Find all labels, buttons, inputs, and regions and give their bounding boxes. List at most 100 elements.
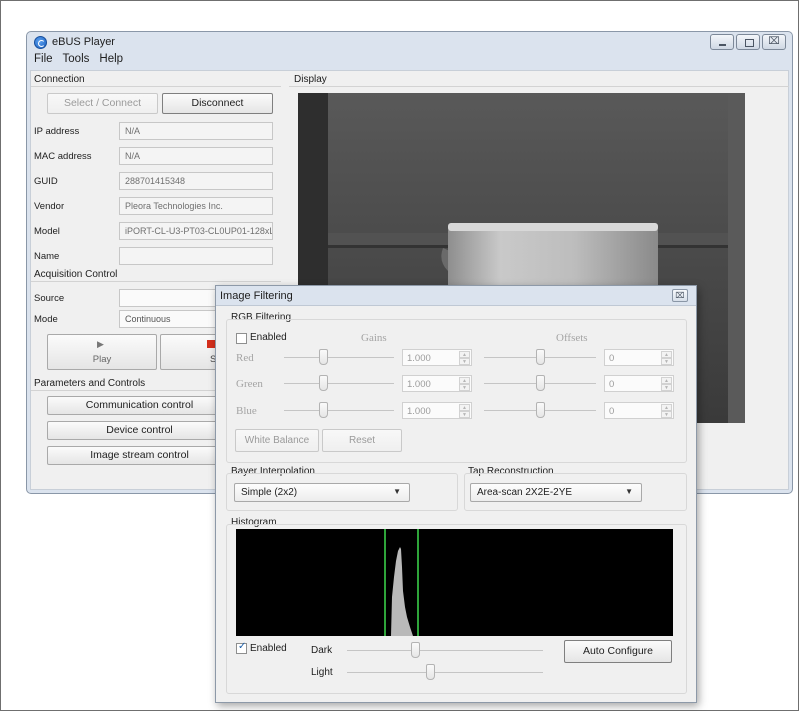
ip-address-label: IP address: [34, 126, 80, 137]
red-offset-slider[interactable]: [536, 349, 545, 365]
spin-up-icon[interactable]: ▲: [459, 351, 470, 358]
red-gain-track: [284, 357, 394, 358]
spin-down-icon[interactable]: ▼: [459, 358, 470, 365]
spin-up-icon[interactable]: ▲: [661, 404, 672, 411]
mode-select[interactable]: Continuous: [119, 310, 229, 328]
light-slider[interactable]: [426, 664, 435, 680]
spin-up-icon[interactable]: ▲: [459, 377, 470, 384]
histogram-dark-bound: [384, 529, 386, 636]
reset-button[interactable]: Reset: [322, 429, 402, 452]
display-group-label: Display: [294, 74, 327, 85]
menu-tools[interactable]: Tools: [58, 52, 95, 69]
green-offset-value: 0: [609, 379, 615, 390]
tap-reconstruction-value: Area-scan 2X2E-2YE: [477, 487, 573, 498]
dark-slider-track: [347, 650, 543, 651]
dialog-title-bar[interactable]: Image Filtering ⌧: [216, 286, 696, 306]
blue-gain-value: 1.000: [407, 406, 431, 417]
source-select[interactable]: [119, 289, 229, 307]
green-gain-track: [284, 383, 394, 384]
histogram-plot: [236, 529, 673, 636]
green-offset-spinbox[interactable]: 0 ▲ ▼: [604, 375, 674, 392]
dialog-close-button[interactable]: ⌧: [672, 289, 688, 302]
spin-down-icon[interactable]: ▼: [459, 411, 470, 418]
guid-field: 288701415348: [119, 172, 273, 190]
dark-slider[interactable]: [411, 642, 420, 658]
connection-group-label: Connection: [34, 74, 85, 85]
blue-gain-spinbox[interactable]: 1.000 ▲ ▼: [402, 402, 472, 419]
spin-down-icon[interactable]: ▼: [661, 411, 672, 418]
menu-help[interactable]: Help: [94, 52, 128, 69]
name-field: [119, 247, 273, 265]
green-gain-value: 1.000: [407, 379, 431, 390]
play-label: Play: [92, 354, 112, 365]
rgb-enabled-label: Enabled: [250, 332, 287, 343]
bayer-interpolation-value: Simple (2x2): [241, 487, 298, 498]
communication-control-button[interactable]: Communication control: [47, 396, 232, 415]
green-gain-slider[interactable]: [319, 375, 328, 391]
stop-button[interactable]: St: [160, 334, 220, 370]
acquisition-group-label: Acquisition Control: [34, 269, 118, 280]
spin-down-icon[interactable]: ▼: [661, 358, 672, 365]
red-label: Red: [236, 352, 254, 364]
spin-up-icon[interactable]: ▲: [661, 351, 672, 358]
close-button[interactable]: ⌧: [762, 34, 786, 50]
green-offset-slider[interactable]: [536, 375, 545, 391]
histogram-distribution: [391, 547, 413, 636]
rgb-enabled-checkbox[interactable]: [236, 333, 247, 344]
blue-label: Blue: [236, 405, 257, 417]
blue-gain-track: [284, 410, 394, 411]
blue-offset-slider[interactable]: [536, 402, 545, 418]
red-gain-spinbox[interactable]: 1.000 ▲ ▼: [402, 349, 472, 366]
offsets-header: Offsets: [556, 332, 588, 344]
red-offset-spinbox[interactable]: 0 ▲ ▼: [604, 349, 674, 366]
connection-divider: [31, 86, 281, 87]
histogram-enabled-label: Enabled: [250, 643, 287, 654]
green-gain-spinbox[interactable]: 1.000 ▲ ▼: [402, 375, 472, 392]
histogram-light-bound: [417, 529, 419, 636]
vendor-field: Pleora Technologies Inc.: [119, 197, 273, 215]
tap-reconstruction-select[interactable]: Area-scan 2X2E-2YE ▼: [470, 483, 642, 502]
image-stream-control-button[interactable]: Image stream control: [47, 446, 232, 465]
parameters-group-label: Parameters and Controls: [34, 378, 146, 389]
device-control-button[interactable]: Device control: [47, 421, 232, 440]
spin-down-icon[interactable]: ▼: [459, 384, 470, 391]
spin-up-icon[interactable]: ▲: [661, 377, 672, 384]
model-label: Model: [34, 226, 60, 237]
menu-file[interactable]: File: [29, 52, 58, 69]
dialog-title: Image Filtering: [220, 290, 293, 302]
source-label: Source: [34, 293, 65, 304]
vendor-label: Vendor: [34, 201, 65, 212]
mac-address-label: MAC address: [34, 151, 92, 162]
play-button[interactable]: ▶ Play: [47, 334, 157, 370]
white-balance-button[interactable]: White Balance: [235, 429, 319, 452]
ip-address-field: N/A: [119, 122, 273, 140]
spin-up-icon[interactable]: ▲: [459, 404, 470, 411]
stop-icon: [207, 340, 215, 348]
play-icon: ▶: [97, 339, 104, 349]
maximize-button[interactable]: [736, 34, 760, 50]
gains-header: Gains: [361, 332, 387, 344]
blue-offset-spinbox[interactable]: 0 ▲ ▼: [604, 402, 674, 419]
blue-gain-slider[interactable]: [319, 402, 328, 418]
red-gain-slider[interactable]: [319, 349, 328, 365]
ebus-app-icon: [34, 36, 47, 49]
light-slider-track: [347, 672, 543, 673]
minimize-button[interactable]: [710, 34, 734, 50]
select-connect-button[interactable]: Select / Connect: [47, 93, 158, 114]
blue-offset-value: 0: [609, 406, 615, 417]
spin-down-icon[interactable]: ▼: [661, 384, 672, 391]
red-gain-value: 1.000: [407, 353, 431, 364]
display-divider: [289, 86, 789, 87]
auto-configure-button[interactable]: Auto Configure: [564, 640, 672, 663]
dark-label: Dark: [311, 645, 333, 656]
bayer-interpolation-select[interactable]: Simple (2x2) ▼: [234, 483, 410, 502]
mac-address-field: N/A: [119, 147, 273, 165]
dropdown-arrow-icon: ▼: [625, 487, 633, 496]
model-field: iPORT-CL-U3-PT03-CL0UP01-128xL: [119, 222, 273, 240]
red-offset-value: 0: [609, 353, 615, 364]
acquisition-divider: [31, 281, 281, 282]
histogram-enabled-checkbox[interactable]: [236, 641, 247, 654]
disconnect-button[interactable]: Disconnect: [162, 93, 273, 114]
mode-label: Mode: [34, 314, 58, 325]
title-bar[interactable]: eBUS Player ⌧: [27, 32, 792, 52]
